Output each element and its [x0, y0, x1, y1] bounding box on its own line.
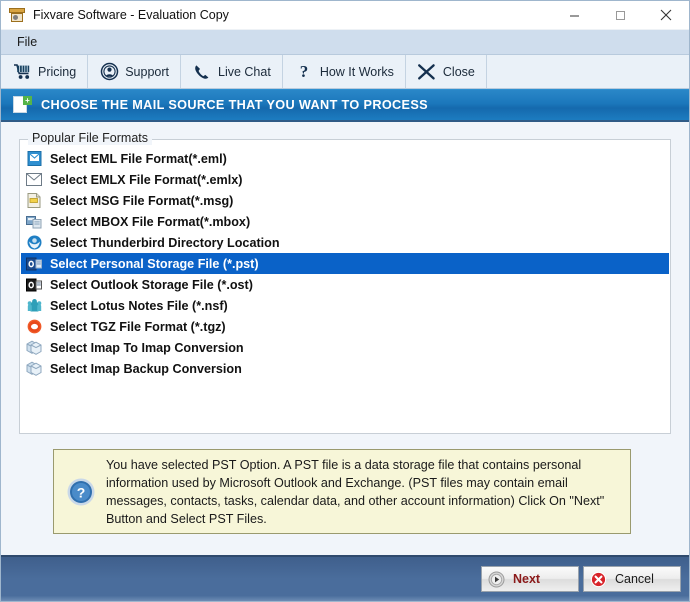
new-page-icon: +	[13, 96, 31, 114]
list-item[interactable]: Select Imap Backup Conversion	[21, 358, 669, 379]
list-item-label: Select Thunderbird Directory Location	[50, 236, 280, 250]
cancel-button-label: Cancel	[615, 572, 654, 586]
list-item[interactable]: Select Outlook Storage File (*.ost)	[21, 274, 669, 295]
section-header-title: CHOOSE THE MAIL SOURCE THAT YOU WANT TO …	[41, 98, 428, 112]
support-headset-icon	[99, 62, 119, 82]
list-item[interactable]: Select Lotus Notes File (*.nsf)	[21, 295, 669, 316]
red-x-circle-icon	[590, 571, 607, 588]
thunderbird-icon	[25, 235, 43, 251]
minimize-icon[interactable]	[551, 1, 597, 29]
eml-document-icon	[25, 151, 43, 167]
mbox-folder-icon	[25, 214, 43, 230]
list-item-label: Select Lotus Notes File (*.nsf)	[50, 299, 228, 313]
maximize-icon[interactable]	[597, 1, 643, 29]
outlook-ost-icon	[25, 277, 43, 293]
imap-backup-icon	[25, 361, 43, 377]
toolbar-live-chat[interactable]: Live Chat	[181, 55, 283, 88]
list-item-label: Select MSG File Format(*.msg)	[50, 194, 233, 208]
list-item-selected[interactable]: Select Personal Storage File (*.pst)	[21, 253, 669, 274]
toolbar-pricing[interactable]: Pricing	[1, 55, 88, 88]
cancel-button[interactable]: Cancel	[583, 566, 681, 592]
toolbar-close[interactable]: Close	[406, 55, 487, 88]
phone-icon	[192, 62, 212, 82]
list-item[interactable]: Select EML File Format(*.eml)	[21, 148, 669, 169]
list-item-label: Select Personal Storage File (*.pst)	[50, 257, 259, 271]
list-item[interactable]: Select Imap To Imap Conversion	[21, 337, 669, 358]
imap-boxes-icon	[25, 340, 43, 356]
help-question-icon: ?	[66, 477, 96, 507]
toolbar: Pricing Support Live Chat	[1, 55, 689, 89]
section-header: + CHOOSE THE MAIL SOURCE THAT YOU WANT T…	[1, 89, 689, 122]
next-button-label: Next	[513, 572, 540, 586]
info-note-box: ? You have selected PST Option. A PST fi…	[53, 449, 631, 534]
next-button[interactable]: Next	[481, 566, 579, 592]
toolbar-how-it-works[interactable]: ? How It Works	[283, 55, 406, 88]
shopping-cart-icon	[12, 62, 32, 82]
main-content: Popular File Formats Select EML File For…	[1, 122, 689, 555]
x-cross-icon	[417, 62, 437, 82]
file-source-list[interactable]: Select EML File Format(*.eml) Select EML…	[21, 148, 669, 379]
toolbar-support-label: Support	[125, 65, 169, 79]
app-window: Fixvare Software - Evaluation Copy File	[0, 0, 690, 602]
list-item-label: Select Outlook Storage File (*.ost)	[50, 278, 253, 292]
lotus-notes-icon	[25, 298, 43, 314]
footer-bar: Next Cancel	[1, 555, 689, 601]
play-circle-icon	[488, 571, 505, 588]
list-item[interactable]: Select MBOX File Format(*.mbox)	[21, 211, 669, 232]
toolbar-how-it-works-label: How It Works	[320, 65, 394, 79]
tgz-circle-icon	[25, 319, 43, 335]
toolbar-pricing-label: Pricing	[38, 65, 76, 79]
list-item-label: Select Imap To Imap Conversion	[50, 341, 244, 355]
window-title: Fixvare Software - Evaluation Copy	[33, 8, 551, 22]
info-note-text: You have selected PST Option. A PST file…	[106, 456, 620, 528]
msg-page-icon	[25, 193, 43, 209]
list-item[interactable]: Select TGZ File Format (*.tgz)	[21, 316, 669, 337]
close-icon[interactable]	[643, 1, 689, 29]
popular-file-formats-group: Popular File Formats Select EML File For…	[19, 139, 671, 434]
svg-text:?: ?	[77, 484, 86, 500]
window-controls	[551, 1, 689, 29]
list-item-label: Select MBOX File Format(*.mbox)	[50, 215, 250, 229]
menu-item-file[interactable]: File	[8, 31, 46, 53]
outlook-pst-icon	[25, 256, 43, 272]
list-item-label: Select EMLX File Format(*.emlx)	[50, 173, 242, 187]
list-item-label: Select EML File Format(*.eml)	[50, 152, 227, 166]
package-icon	[9, 7, 25, 23]
list-item[interactable]: Select EMLX File Format(*.emlx)	[21, 169, 669, 190]
list-item[interactable]: Select MSG File Format(*.msg)	[21, 190, 669, 211]
list-item-label: Select TGZ File Format (*.tgz)	[50, 320, 226, 334]
svg-text:?: ?	[300, 62, 309, 81]
menu-bar: File	[1, 30, 689, 55]
group-legend: Popular File Formats	[28, 131, 152, 145]
title-bar: Fixvare Software - Evaluation Copy	[1, 1, 689, 30]
list-item-label: Select Imap Backup Conversion	[50, 362, 242, 376]
toolbar-close-label: Close	[443, 65, 475, 79]
toolbar-live-chat-label: Live Chat	[218, 65, 271, 79]
list-item[interactable]: Select Thunderbird Directory Location	[21, 232, 669, 253]
toolbar-support[interactable]: Support	[88, 55, 181, 88]
envelope-icon	[25, 172, 43, 188]
question-mark-icon: ?	[294, 62, 314, 82]
